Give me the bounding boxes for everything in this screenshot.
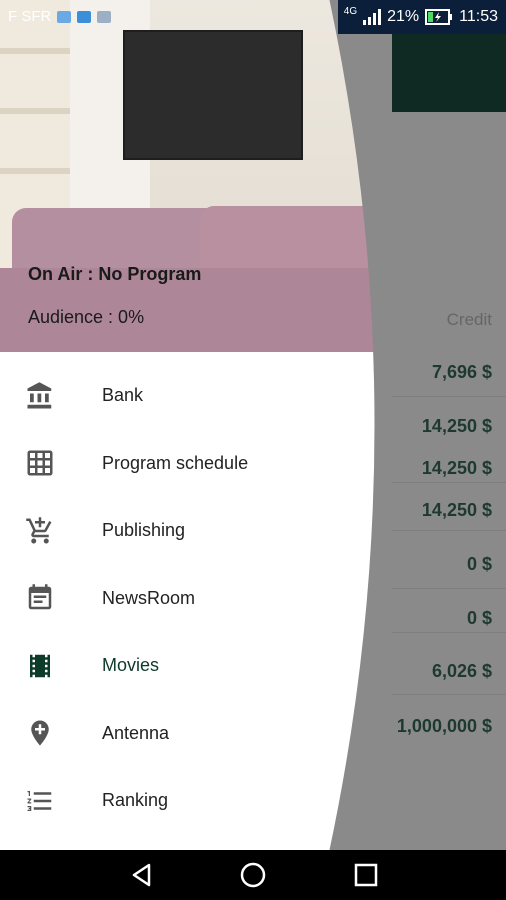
audience-status: Audience : 0%	[28, 307, 145, 327]
menu-item-movies[interactable]: Movies	[0, 632, 392, 700]
credit-value: 7,696 $	[431, 362, 492, 382]
recents-icon[interactable]	[351, 860, 381, 890]
menu-label: Antenna	[102, 722, 170, 743]
credit-value: 0 $	[466, 608, 492, 628]
menu-item-publishing[interactable]: Publishing	[0, 497, 392, 565]
menu-item-program-schedule[interactable]: Program schedule	[0, 430, 392, 498]
cart-add-icon	[24, 515, 56, 547]
image-icon	[97, 10, 112, 23]
grid-icon	[24, 447, 56, 479]
credit-value: 14,250 $	[421, 458, 492, 478]
status-bar: F SFR 4G 21% 11:53	[0, 0, 506, 34]
menu-label: Program schedule	[102, 452, 249, 473]
tv-image	[123, 30, 303, 160]
credit-value: 14,250 $	[421, 500, 492, 520]
home-icon[interactable]	[238, 860, 268, 890]
clock: 11:53	[459, 8, 498, 25]
on-air-status: On Air : No Program	[28, 264, 202, 284]
drawer-menu: Bank Program schedule Publishing NewsRoo…	[0, 362, 392, 835]
email-icon	[57, 10, 72, 23]
navigation-drawer: On Air : No Program Audience : 0% Bank P…	[0, 0, 392, 850]
menu-label: Publishing	[102, 520, 186, 541]
location-pin-icon	[24, 717, 56, 749]
system-nav-bar	[0, 850, 506, 900]
carrier-label: F SFR	[8, 8, 52, 25]
bank-icon	[24, 380, 56, 412]
film-icon	[24, 650, 56, 682]
credit-value: 0 $	[466, 554, 492, 574]
menu-item-bank[interactable]: Bank	[0, 362, 392, 430]
credit-value: 14,250 $	[421, 416, 492, 436]
calendar-icon	[24, 582, 56, 614]
menu-label: NewsRoom	[102, 587, 196, 608]
menu-item-antenna[interactable]: Antenna	[0, 700, 392, 768]
menu-label: Ranking	[102, 790, 169, 811]
battery-percent: 21%	[387, 8, 420, 25]
menu-label: Bank	[102, 385, 144, 406]
list-icon	[24, 785, 56, 817]
credit-column-header: Credit	[446, 310, 492, 329]
back-icon[interactable]	[127, 860, 157, 890]
credit-value: 1,000,000 $	[396, 716, 492, 736]
menu-label: Movies	[102, 655, 160, 676]
network-type: 4G	[343, 5, 358, 17]
battery-icon	[425, 9, 453, 25]
signal-icon	[363, 9, 382, 25]
credit-value: 6,026 $	[431, 661, 492, 681]
menu-item-ranking[interactable]: Ranking	[0, 767, 392, 835]
notification-icon	[77, 10, 92, 23]
drawer-header: On Air : No Program Audience : 0%	[0, 0, 392, 352]
menu-item-newsroom[interactable]: NewsRoom	[0, 565, 392, 633]
